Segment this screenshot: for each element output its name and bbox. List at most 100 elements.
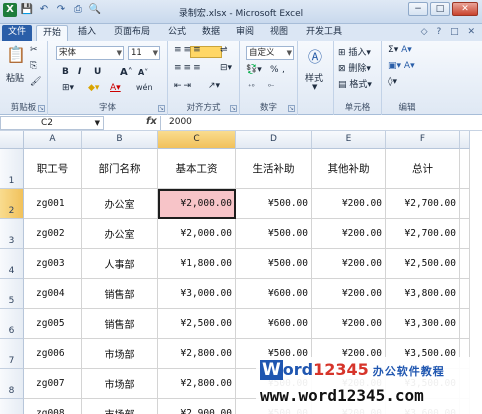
tab-page-layout[interactable]: 页面布局 [106, 25, 158, 41]
clear-button[interactable]: ◊▾ [388, 77, 397, 87]
row-header-2[interactable]: 2 [0, 189, 24, 219]
styles-icon[interactable]: Ⓐ [308, 47, 322, 67]
indent-icons[interactable]: ⇤⇥ [174, 81, 193, 91]
column-header-b[interactable]: B [82, 131, 158, 149]
cell-a4[interactable]: zg003 [24, 249, 82, 279]
empty-cell[interactable] [460, 279, 470, 309]
currency-icon[interactable]: 💱▾ [246, 65, 262, 75]
decrease-decimal-icon[interactable]: ⁰⁻ [268, 83, 275, 91]
cell-d6[interactable]: ¥600.00 [236, 309, 312, 339]
cell-a5[interactable]: zg004 [24, 279, 82, 309]
header-cell-c[interactable]: 基本工资 [158, 149, 236, 189]
cell-b8[interactable]: 市场部 [82, 369, 158, 399]
cell-b3[interactable]: 办公室 [82, 219, 158, 249]
formula-input[interactable]: 2000 [160, 116, 482, 130]
cell-b6[interactable]: 销售部 [82, 309, 158, 339]
header-cell-d[interactable]: 生活补助 [236, 149, 312, 189]
cell-f6[interactable]: ¥3,300.00 [386, 309, 460, 339]
tab-file[interactable]: 文件 [2, 25, 32, 41]
cell-d2[interactable]: ¥500.00 [236, 189, 312, 219]
ribbon-window-icons[interactable]: ◇ ? □ ✕ [421, 27, 478, 37]
fill-color-icon[interactable]: ◆▾ [88, 83, 99, 93]
font-launcher[interactable]: ↘ [158, 105, 165, 112]
insert-function-icon[interactable]: fx [146, 116, 157, 127]
tab-view[interactable]: 视图 [264, 25, 294, 41]
cell-f3[interactable]: ¥2,700.00 [386, 219, 460, 249]
wrap-text-icon[interactable]: ⇌ [220, 45, 228, 55]
autosum-button[interactable]: Σ▾ A▾ [388, 45, 412, 55]
number-format-combo[interactable]: 自定义 ▼ [246, 46, 294, 60]
format-cells-button[interactable]: ▤ 格式▾ [338, 77, 372, 90]
cell-a9[interactable]: zg008 [24, 399, 82, 414]
cell-f4[interactable]: ¥2,500.00 [386, 249, 460, 279]
row-header-3[interactable]: 3 [0, 219, 24, 249]
cell-f5[interactable]: ¥3,800.00 [386, 279, 460, 309]
percent-button[interactable]: % [270, 65, 279, 75]
tab-data[interactable]: 数据 [196, 25, 226, 41]
row-header-8[interactable]: 8 [0, 369, 24, 399]
column-header-a[interactable]: A [24, 131, 82, 149]
tab-home[interactable]: 开始 [36, 25, 68, 41]
tab-review[interactable]: 审阅 [230, 25, 260, 41]
cell-d4[interactable]: ¥500.00 [236, 249, 312, 279]
cell-e3[interactable]: ¥200.00 [312, 219, 386, 249]
select-all-corner[interactable] [0, 131, 24, 149]
cell-c4[interactable]: ¥1,800.00 [158, 249, 236, 279]
phonetic-icon[interactable]: wén [136, 83, 153, 92]
horizontal-align-icons[interactable]: ≡≡≡ [174, 63, 203, 73]
cell-c5[interactable]: ¥3,000.00 [158, 279, 236, 309]
cell-e2[interactable]: ¥200.00 [312, 189, 386, 219]
empty-cell[interactable] [460, 309, 470, 339]
name-box[interactable]: C2 ▼ [0, 116, 104, 130]
cell-e4[interactable]: ¥200.00 [312, 249, 386, 279]
paste-icon[interactable]: 📋 [6, 45, 26, 64]
close-button[interactable]: ✕ [452, 2, 478, 16]
shrink-font-button[interactable]: A˅ [138, 68, 148, 77]
cell-e5[interactable]: ¥200.00 [312, 279, 386, 309]
cell-a2[interactable]: zg001 [24, 189, 82, 219]
paste-button[interactable]: 粘贴 [6, 71, 24, 84]
maximize-button[interactable]: □ [430, 2, 450, 16]
cell-b5[interactable]: 销售部 [82, 279, 158, 309]
underline-button[interactable]: U [94, 67, 101, 77]
insert-cells-button[interactable]: ⊞ 插入▾ [338, 45, 371, 58]
cell-b7[interactable]: 市场部 [82, 339, 158, 369]
cell-c7[interactable]: ¥2,800.00 [158, 339, 236, 369]
cell-d5[interactable]: ¥600.00 [236, 279, 312, 309]
row-header-4[interactable]: 4 [0, 249, 24, 279]
format-painter-icon[interactable]: 🖌 [30, 77, 41, 87]
cell-c6[interactable]: ¥2,500.00 [158, 309, 236, 339]
bold-button[interactable]: B [62, 67, 69, 77]
tab-developer[interactable]: 开发工具 [298, 25, 350, 41]
cell-c2[interactable]: ¥2,000.00 [158, 189, 236, 219]
cell-d3[interactable]: ¥500.00 [236, 219, 312, 249]
cell-f2[interactable]: ¥2,700.00 [386, 189, 460, 219]
empty-cell[interactable] [460, 249, 470, 279]
delete-cells-button[interactable]: ⊠ 删除▾ [338, 61, 371, 74]
column-header-e[interactable]: E [312, 131, 386, 149]
cell-b4[interactable]: 人事部 [82, 249, 158, 279]
alignment-launcher[interactable]: ↘ [230, 105, 237, 112]
cell-a8[interactable]: zg007 [24, 369, 82, 399]
empty-cell[interactable] [460, 149, 470, 189]
copy-icon[interactable]: ⎘ [30, 61, 37, 71]
chevron-down-icon[interactable]: ▼ [312, 83, 317, 91]
cell-a3[interactable]: zg002 [24, 219, 82, 249]
font-size-combo[interactable]: 11 ▼ [128, 46, 160, 60]
column-header-partial[interactable] [460, 131, 470, 149]
cut-icon[interactable]: ✂ [30, 45, 38, 55]
cell-b9[interactable]: 市场部 [82, 399, 158, 414]
header-cell-f[interactable]: 总计 [386, 149, 460, 189]
cell-a7[interactable]: zg006 [24, 339, 82, 369]
merge-center-icon[interactable]: ⊟▾ [220, 63, 232, 73]
font-name-combo[interactable]: 宋体 ▼ [56, 46, 124, 60]
cell-e6[interactable]: ¥200.00 [312, 309, 386, 339]
column-header-c[interactable]: C [158, 131, 236, 149]
vertical-align-icons[interactable]: ≡≡≡ [174, 45, 203, 55]
tab-formulas[interactable]: 公式 [162, 25, 192, 41]
row-header-9[interactable]: 9 [0, 399, 24, 414]
font-color-icon[interactable]: A▾ [110, 83, 121, 93]
empty-cell[interactable] [460, 219, 470, 249]
border-icon[interactable]: ⊞▾ [62, 83, 74, 93]
cell-c9[interactable]: ¥2,900.00 [158, 399, 236, 414]
